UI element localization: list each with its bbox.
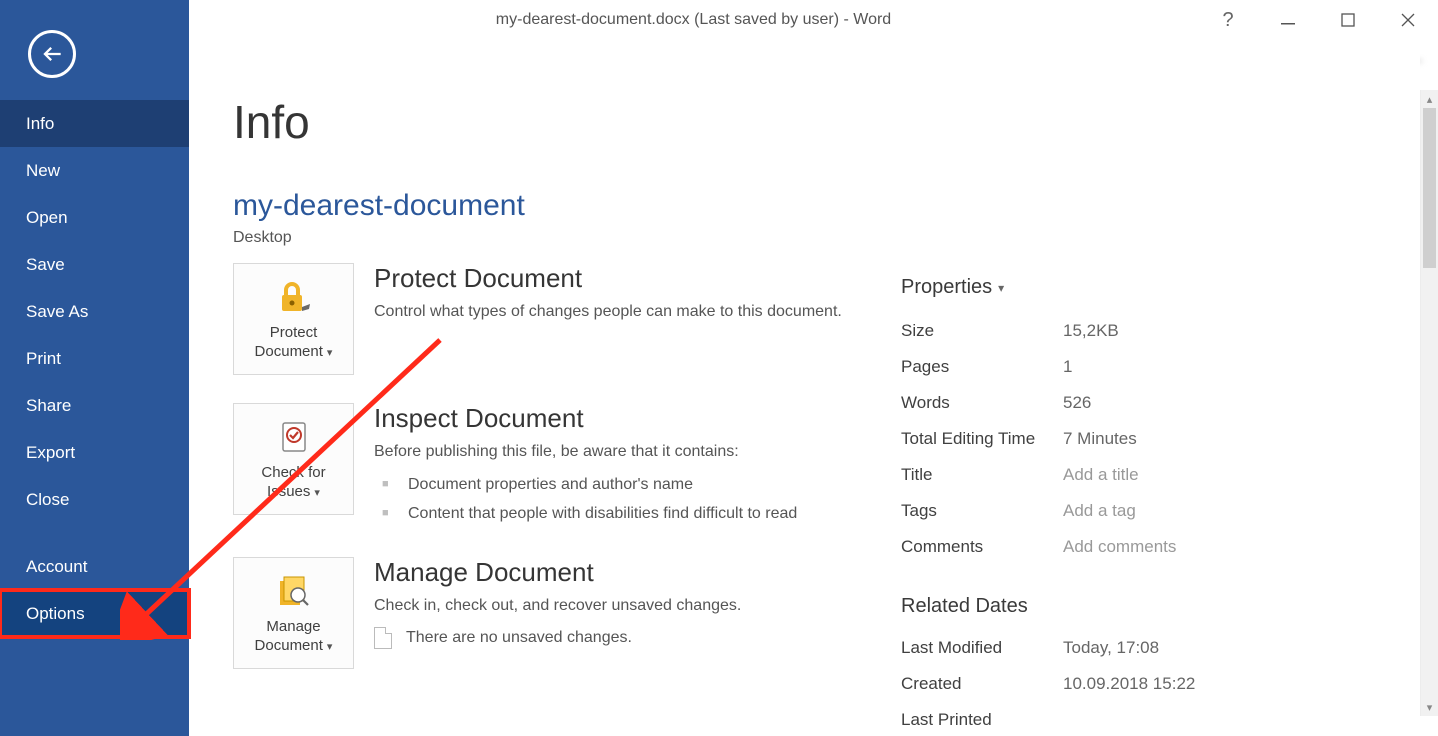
prop-val: Add a title [1063, 465, 1139, 485]
prop-key: Total Editing Time [901, 429, 1063, 449]
prop-val: Add a tag [1063, 501, 1136, 521]
help-icon[interactable]: ? [1198, 0, 1258, 40]
document-location: Desktop [233, 229, 1420, 247]
sidebar-item-label: New [26, 161, 60, 181]
protect-title: Protect Document [374, 263, 842, 294]
prop-key: Tags [901, 501, 1063, 521]
protect-text: Protect Document Control what types of c… [374, 263, 842, 323]
prop-val: 10.09.2018 15:22 [1063, 674, 1195, 694]
document-name[interactable]: my-dearest-document [233, 189, 1420, 223]
properties-heading[interactable]: Properties▾ [901, 276, 1381, 299]
scroll-down-arrow[interactable]: ▾ [1421, 698, 1438, 716]
scroll-up-arrow[interactable]: ▴ [1421, 90, 1438, 108]
sidebar-item-label: Share [26, 396, 71, 416]
sidebar-item-export[interactable]: Export [0, 429, 189, 476]
prop-val: 526 [1063, 393, 1091, 413]
inspect-title: Inspect Document [374, 403, 797, 434]
sidebar-item-info[interactable]: Info [0, 100, 189, 147]
check-button-label: Check for Issues▾ [238, 464, 349, 502]
related-dates-heading: Related Dates [901, 595, 1381, 618]
document-stack-icon [274, 570, 314, 612]
prop-key: Pages [901, 357, 1063, 377]
prop-val: 1 [1063, 357, 1072, 377]
sidebar-item-options[interactable]: Options [0, 590, 189, 637]
page-title: Info [233, 95, 1420, 149]
prop-row-comments[interactable]: CommentsAdd comments [901, 529, 1381, 565]
prop-row-last-printed: Last Printed [901, 702, 1381, 736]
manage-text: Manage Document Check in, check out, and… [374, 557, 741, 649]
sidebar-item-open[interactable]: Open [0, 194, 189, 241]
sidebar-item-save[interactable]: Save [0, 241, 189, 288]
check-for-issues-button[interactable]: Check for Issues▾ [233, 403, 354, 515]
inspect-text: Inspect Document Before publishing this … [374, 403, 797, 529]
titlebar: my-dearest-document.docx (Last saved by … [189, 0, 1438, 40]
sidebar-item-label: Options [26, 604, 85, 624]
prop-val: Add comments [1063, 537, 1176, 557]
backstage-sidebar: Info New Open Save Save As Print Share E… [0, 0, 189, 736]
prop-row-editing-time: Total Editing Time7 Minutes [901, 421, 1381, 457]
sidebar-item-account[interactable]: Account [0, 543, 189, 590]
prop-row-tags[interactable]: TagsAdd a tag [901, 493, 1381, 529]
prop-val: 7 Minutes [1063, 429, 1137, 449]
protect-button-label: Protect Document▾ [238, 324, 349, 362]
sidebar-item-close[interactable]: Close [0, 476, 189, 523]
scroll-thumb[interactable] [1423, 108, 1436, 268]
sidebar-item-label: Open [26, 208, 68, 228]
prop-key: Size [901, 321, 1063, 341]
prop-row-created: Created10.09.2018 15:22 [901, 666, 1381, 702]
prop-row-size: Size15,2KB [901, 313, 1381, 349]
prop-row-title[interactable]: TitleAdd a title [901, 457, 1381, 493]
window-controls: ? [1198, 0, 1438, 40]
prop-key: Last Modified [901, 638, 1063, 658]
prop-key: Created [901, 674, 1063, 694]
lock-icon [274, 276, 314, 318]
inspect-bullets: Document properties and author's name Co… [374, 471, 797, 529]
sidebar-item-label: Account [26, 557, 87, 577]
document-check-icon [274, 416, 314, 458]
manage-note-text: There are no unsaved changes. [406, 629, 632, 647]
manage-document-button[interactable]: Manage Document▾ [233, 557, 354, 669]
prop-val: 15,2KB [1063, 321, 1119, 341]
page-icon [374, 627, 392, 649]
close-button[interactable] [1378, 0, 1438, 40]
vertical-scrollbar[interactable]: ▴ ▾ [1420, 90, 1438, 716]
prop-key: Words [901, 393, 1063, 413]
prop-key: Comments [901, 537, 1063, 557]
sidebar-item-label: Save As [26, 302, 88, 322]
inspect-bullet: Document properties and author's name [374, 471, 797, 500]
back-button[interactable] [28, 30, 76, 78]
protect-desc: Control what types of changes people can… [374, 300, 842, 323]
prop-row-last-modified: Last ModifiedToday, 17:08 [901, 630, 1381, 666]
main-content: Info my-dearest-document Desktop Protect… [189, 40, 1420, 736]
prop-key: Last Printed [901, 710, 1063, 730]
sidebar-item-label: Export [26, 443, 75, 463]
manage-desc: Check in, check out, and recover unsaved… [374, 594, 741, 617]
prop-row-words: Words526 [901, 385, 1381, 421]
minimize-button[interactable] [1258, 0, 1318, 40]
sidebar-item-new[interactable]: New [0, 147, 189, 194]
maximize-button[interactable] [1318, 0, 1378, 40]
protect-document-button[interactable]: Protect Document▾ [233, 263, 354, 375]
window-title: my-dearest-document.docx (Last saved by … [189, 11, 1198, 29]
sidebar-item-label: Print [26, 349, 61, 369]
inspect-bullet: Content that people with disabilities fi… [374, 500, 797, 529]
manage-title: Manage Document [374, 557, 741, 588]
sidebar-item-print[interactable]: Print [0, 335, 189, 382]
prop-key: Title [901, 465, 1063, 485]
sidebar-item-label: Close [26, 490, 69, 510]
inspect-desc: Before publishing this file, be aware th… [374, 440, 797, 463]
properties-panel: Properties▾ Size15,2KB Pages1 Words526 T… [901, 276, 1381, 736]
prop-val: Today, 17:08 [1063, 638, 1159, 658]
prop-row-pages: Pages1 [901, 349, 1381, 385]
manage-note: There are no unsaved changes. [374, 627, 741, 649]
manage-button-label: Manage Document▾ [238, 618, 349, 656]
sidebar-item-label: Info [26, 114, 54, 134]
sidebar-item-label: Save [26, 255, 65, 275]
sidebar-item-saveas[interactable]: Save As [0, 288, 189, 335]
sidebar-item-share[interactable]: Share [0, 382, 189, 429]
